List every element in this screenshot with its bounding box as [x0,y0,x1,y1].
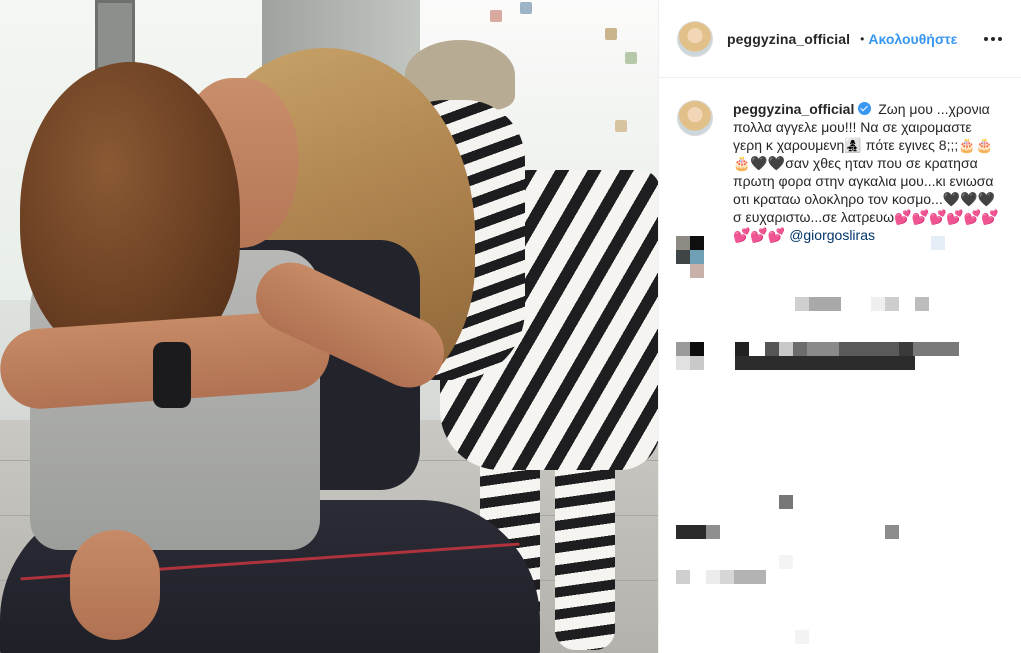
follow-button[interactable]: Ακολουθήστε [868,31,957,47]
post-header: peggyzina_official • Ακολουθήστε [659,0,1021,78]
hand [70,530,160,640]
verified-badge-icon [858,102,872,115]
wall-decoration [490,10,502,22]
wall-decoration [520,2,532,14]
caption-text: Ζωη μου ...χρονια πολλα αγγελε μου!!! Να… [733,101,999,243]
header-username[interactable]: peggyzina_official [727,31,850,47]
post-photo[interactable] [0,0,658,653]
post-sidebar: peggyzina_official • Ακολουθήστε peggyzi… [658,0,1021,653]
instagram-post: peggyzina_official • Ακολουθήστε peggyzi… [0,0,1021,653]
caption-text-block: peggyzina_official Ζωη μου ...χρονια πολ… [733,100,1001,244]
caption-avatar[interactable] [677,100,713,136]
more-options-icon[interactable] [981,27,1005,51]
window-frame [95,0,135,70]
caption: peggyzina_official Ζωη μου ...χρονια πολ… [659,78,1021,244]
wall-decoration [605,28,617,40]
mention-link[interactable]: @giorgosliras [789,227,875,243]
avatar[interactable] [677,20,713,57]
caption-username[interactable]: peggyzina_official [733,101,854,117]
separator-dot: • [860,31,865,46]
smartwatch [153,342,191,408]
